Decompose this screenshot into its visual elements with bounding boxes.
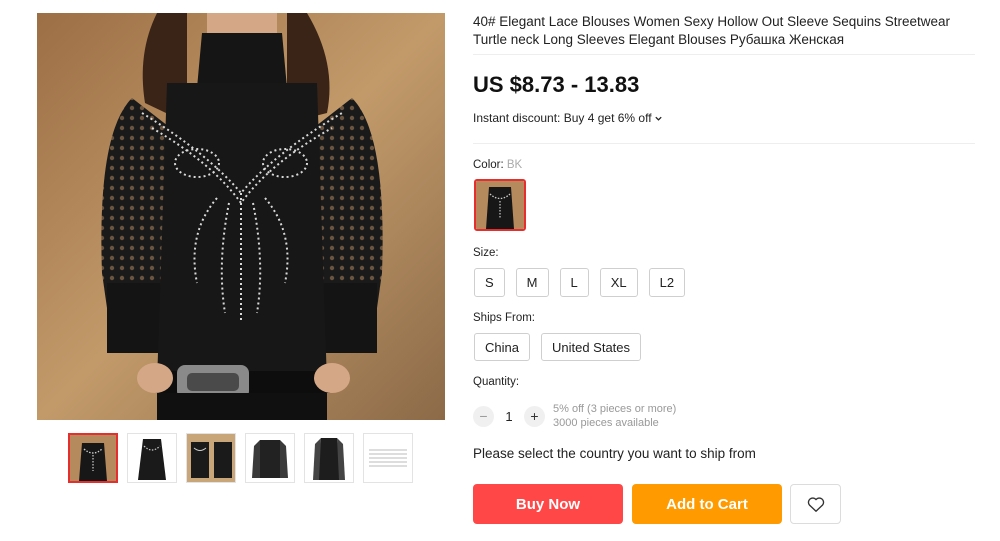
- size-option-l2[interactable]: L2: [648, 268, 686, 297]
- thumbnail-4[interactable]: [245, 433, 295, 483]
- product-price: US $8.73 - 13.83: [473, 72, 640, 97]
- ships-from-label: Ships From:: [473, 312, 535, 324]
- color-swatch-bk[interactable]: [474, 179, 526, 231]
- pieces-available: 3000 pieces available: [553, 417, 659, 429]
- ships-from-china[interactable]: China: [474, 333, 530, 361]
- thumbnail-image: [246, 434, 294, 482]
- wishlist-button[interactable]: [790, 484, 841, 524]
- add-to-cart-button[interactable]: Add to Cart: [632, 484, 782, 524]
- bulk-discount-note: 5% off (3 pieces or more): [553, 403, 677, 415]
- instant-discount[interactable]: Instant discount: Buy 4 get 6% off: [473, 111, 663, 125]
- color-swatch-image: [476, 181, 524, 229]
- quantity-stepper: − 1 + 5% off (3 pieces or more) 3000 pie…: [473, 402, 676, 430]
- size-option-l[interactable]: L: [559, 268, 589, 297]
- color-selected-value: BK: [506, 159, 523, 171]
- color-label: Color: BK: [473, 159, 522, 171]
- size-label: Size:: [473, 247, 499, 259]
- heart-icon: [807, 496, 824, 512]
- thumbnail-image: [187, 434, 235, 482]
- quantity-increase-button[interactable]: +: [524, 405, 545, 427]
- quantity-info: 5% off (3 pieces or more) 3000 pieces av…: [553, 402, 676, 430]
- thumbnail-1[interactable]: [68, 433, 118, 483]
- divider: [473, 54, 975, 55]
- instant-discount-label: Instant discount: Buy 4 get 6% off: [473, 111, 652, 125]
- size-options: S M L XL L2: [474, 268, 686, 297]
- thumbnail-strip: [68, 433, 413, 483]
- ship-from-prompt: Please select the country you want to sh…: [473, 446, 756, 461]
- ships-from-united-states[interactable]: United States: [540, 333, 642, 361]
- thumbnail-image: [364, 434, 412, 482]
- divider: [473, 143, 975, 144]
- thumbnail-6[interactable]: [363, 433, 413, 483]
- chevron-down-icon: [654, 116, 662, 121]
- thumbnail-5[interactable]: [304, 433, 354, 483]
- buy-now-button[interactable]: Buy Now: [473, 484, 623, 524]
- size-option-s[interactable]: S: [474, 268, 505, 297]
- thumbnail-2[interactable]: [127, 433, 177, 483]
- main-product-image[interactable]: [37, 13, 445, 420]
- thumbnail-image: [70, 435, 116, 481]
- quantity-decrease-button[interactable]: −: [473, 405, 494, 427]
- product-title: 40# Elegant Lace Blouses Women Sexy Holl…: [473, 14, 951, 47]
- size-option-xl[interactable]: XL: [599, 268, 638, 297]
- product-photo: [37, 13, 445, 420]
- color-label-text: Color:: [473, 159, 504, 171]
- thumbnail-image: [128, 434, 176, 482]
- size-option-m[interactable]: M: [515, 268, 549, 297]
- ships-from-options: China United States: [474, 333, 642, 361]
- thumbnail-3[interactable]: [186, 433, 236, 483]
- thumbnail-image: [305, 434, 353, 482]
- quantity-label: Quantity:: [473, 376, 520, 388]
- quantity-value[interactable]: 1: [494, 409, 524, 424]
